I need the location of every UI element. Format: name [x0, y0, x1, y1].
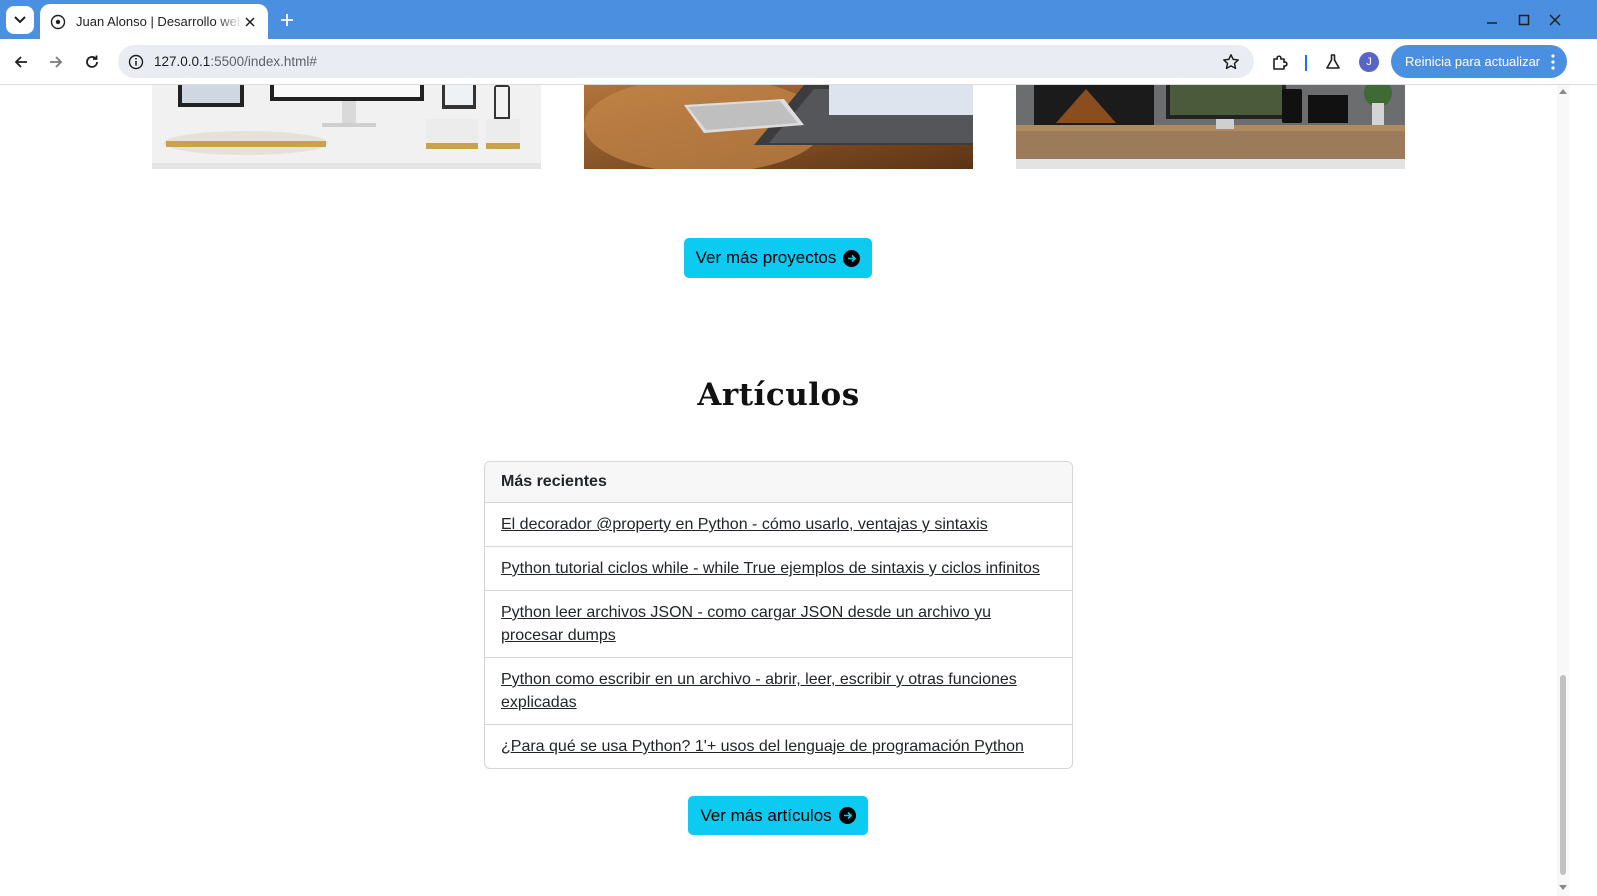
new-tab-button[interactable] [276, 9, 298, 31]
more-articles-button[interactable]: Ver más artículos [688, 796, 868, 835]
list-item: Python leer archivos JSON - como cargar … [485, 591, 1072, 658]
reload-icon [86, 55, 98, 68]
tab-title: Juan Alonso | Desarrollo web [76, 14, 242, 29]
page-viewport: Ver más proyectos Artículos Más reciente… [0, 85, 1557, 896]
scroll-up-arrow-icon[interactable] [1559, 89, 1567, 94]
more-projects-label: Ver más proyectos [695, 248, 837, 267]
profile-avatar[interactable]: J [1359, 52, 1379, 72]
list-item: Python como escribir en un archivo - abr… [485, 658, 1072, 725]
reload-button[interactable] [80, 50, 104, 74]
chevron-down-icon [14, 16, 26, 24]
back-button[interactable] [9, 50, 33, 74]
browser-toolbar: 127.0.0.1:5500/index.html# J Reinicia pa… [0, 39, 1597, 85]
card-header: Más recientes [485, 462, 1072, 503]
article-link[interactable]: Python como escribir en un archivo - abr… [501, 671, 1017, 711]
article-link[interactable]: Python tutorial ciclos while - while Tru… [501, 560, 1040, 577]
globe-icon [50, 14, 66, 30]
labs-button[interactable] [1321, 50, 1345, 74]
browser-tab[interactable]: Juan Alonso | Desarrollo web [40, 4, 268, 39]
page-scrollbar[interactable] [1557, 85, 1569, 896]
url-host: 127.0.0.1 [154, 54, 211, 69]
browser-titlebar: Juan Alonso | Desarrollo web [0, 0, 1597, 39]
scroll-down-arrow-icon[interactable] [1559, 885, 1567, 890]
recent-articles-card: Más recientes El decorador @property en … [484, 461, 1073, 769]
close-tab-icon[interactable] [242, 14, 258, 30]
more-projects-button[interactable]: Ver más proyectos [684, 238, 872, 278]
restart-to-update-button[interactable]: Reinicia para actualizar [1391, 45, 1567, 78]
maximize-button[interactable] [1514, 10, 1534, 30]
arrow-right-circle-icon [838, 807, 856, 824]
address-bar[interactable]: 127.0.0.1:5500/index.html# [118, 45, 1254, 78]
more-vert-icon [1551, 54, 1555, 70]
plus-icon [281, 14, 293, 26]
arrow-right-icon [50, 56, 63, 68]
more-articles-label: Ver más artículos [700, 805, 832, 825]
window-edge [1569, 85, 1597, 896]
forward-button[interactable] [44, 50, 68, 74]
minimize-button[interactable] [1482, 10, 1502, 30]
arrow-left-icon [14, 56, 27, 68]
articles-heading: Artículos [697, 377, 860, 413]
maximize-icon [1518, 14, 1530, 26]
article-link[interactable]: ¿Para qué se usa Python? 1'+ usos del le… [501, 738, 1024, 755]
tab-search-button[interactable] [6, 6, 34, 34]
minimize-icon [1487, 22, 1497, 24]
puzzle-icon [1273, 55, 1288, 70]
article-link[interactable]: El decorador @property en Python - cómo … [501, 516, 988, 533]
toolbar-divider [1305, 55, 1307, 71]
url-text: 127.0.0.1:5500/index.html# [154, 54, 317, 69]
arrow-right-circle-icon [843, 249, 861, 267]
scroll-thumb[interactable] [1560, 675, 1566, 875]
project-image-3[interactable] [1016, 85, 1405, 169]
flask-icon [1326, 54, 1340, 69]
url-path: :5500/index.html# [210, 54, 317, 69]
list-item: Python tutorial ciclos while - while Tru… [485, 547, 1072, 591]
project-image-1[interactable] [152, 85, 541, 169]
site-info-icon[interactable] [124, 50, 148, 74]
close-icon [1549, 14, 1561, 26]
article-link[interactable]: Python leer archivos JSON - como cargar … [501, 604, 991, 644]
bookmark-star-icon[interactable] [1220, 51, 1242, 73]
project-image-2[interactable] [584, 85, 973, 169]
update-label: Reinicia para actualizar [1405, 54, 1541, 69]
close-window-button[interactable] [1545, 10, 1565, 30]
list-item: El decorador @property en Python - cómo … [485, 503, 1072, 547]
list-item: ¿Para qué se usa Python? 1'+ usos del le… [485, 725, 1072, 768]
extensions-button[interactable] [1268, 50, 1292, 74]
